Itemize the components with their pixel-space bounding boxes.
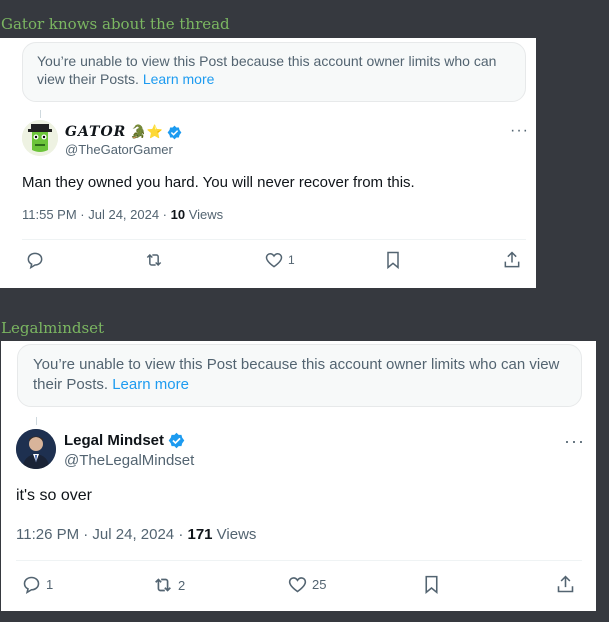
views-count: 10	[170, 207, 186, 222]
notice-text: You’re unable to view this Post because …	[37, 53, 497, 87]
post-time[interactable]: 11:26 PM · Jul 24, 2024 ·	[16, 526, 187, 543]
post-text: it's so over	[16, 487, 92, 504]
like-count: 1	[288, 253, 295, 267]
views-label: Views	[212, 526, 257, 543]
restricted-notice: You’re unable to view this Post because …	[17, 344, 582, 407]
like-button[interactable]: 1	[264, 250, 295, 270]
author-handle[interactable]: @TheLegalMindset	[64, 452, 194, 469]
post-meta: 11:55 PM · Jul 24, 2024 · 10 Views	[22, 207, 223, 222]
share-icon	[557, 575, 574, 593]
reply-button[interactable]: 1	[21, 574, 53, 595]
restricted-notice: You’re unable to view this Post because …	[22, 42, 526, 102]
bookmark-icon	[425, 575, 438, 595]
repost-icon	[146, 253, 162, 267]
post-card-legalmindset: You’re unable to view this Post because …	[1, 341, 596, 611]
verified-icon	[168, 432, 185, 449]
person-avatar-icon	[16, 429, 56, 469]
post-card-gator: You’re unable to view this Post because …	[0, 38, 536, 288]
bookmark-button[interactable]	[421, 574, 442, 595]
verified-icon	[167, 125, 182, 139]
bookmark-icon	[387, 251, 399, 270]
divider	[16, 560, 582, 561]
repost-button[interactable]	[144, 250, 168, 270]
author-name[interactable]: Legal Mindset	[64, 432, 164, 449]
share-button[interactable]	[502, 250, 522, 270]
section-title-gator: Gator knows about the thread	[1, 15, 230, 33]
like-button[interactable]: 25	[287, 574, 326, 595]
post-text: Man they owned you hard. You will never …	[22, 174, 415, 191]
repost-button[interactable]: 2	[152, 574, 185, 596]
repost-count: 2	[178, 577, 186, 593]
more-icon[interactable]: ···	[510, 122, 529, 140]
name-emoji: 🐊⭐	[130, 124, 163, 139]
avatar[interactable]	[22, 120, 58, 156]
reply-count: 1	[46, 577, 54, 592]
views-label: Views	[185, 207, 224, 222]
views-count: 171	[187, 526, 213, 543]
share-icon	[504, 251, 520, 268]
like-count: 25	[312, 577, 327, 592]
reply-button[interactable]	[25, 250, 49, 270]
avatar[interactable]	[16, 429, 56, 469]
author-name-row: GATOR 🐊⭐	[65, 124, 182, 140]
thread-line	[40, 110, 41, 118]
thread-line	[36, 417, 37, 425]
post-time[interactable]: 11:55 PM · Jul 24, 2024 ·	[22, 207, 171, 222]
post-meta: 11:26 PM · Jul 24, 2024 · 171 Views	[16, 526, 256, 543]
reply-icon	[27, 252, 43, 270]
like-icon	[265, 252, 283, 268]
divider	[22, 239, 526, 240]
share-button[interactable]	[555, 574, 576, 595]
more-icon[interactable]: ···	[564, 431, 585, 452]
gator-avatar-icon	[22, 120, 58, 156]
reply-icon	[23, 576, 40, 595]
like-icon	[288, 577, 307, 593]
author-handle[interactable]: @TheGatorGamer	[65, 142, 173, 157]
author-name-row: Legal Mindset	[64, 432, 185, 449]
learn-more-link[interactable]: Learn more	[143, 71, 215, 87]
repost-icon	[155, 578, 171, 592]
bookmark-button[interactable]	[383, 250, 403, 270]
learn-more-link[interactable]: Learn more	[112, 376, 189, 393]
section-title-legalmindset: Legalmindset	[1, 319, 105, 337]
author-name[interactable]: GATOR	[65, 124, 126, 140]
